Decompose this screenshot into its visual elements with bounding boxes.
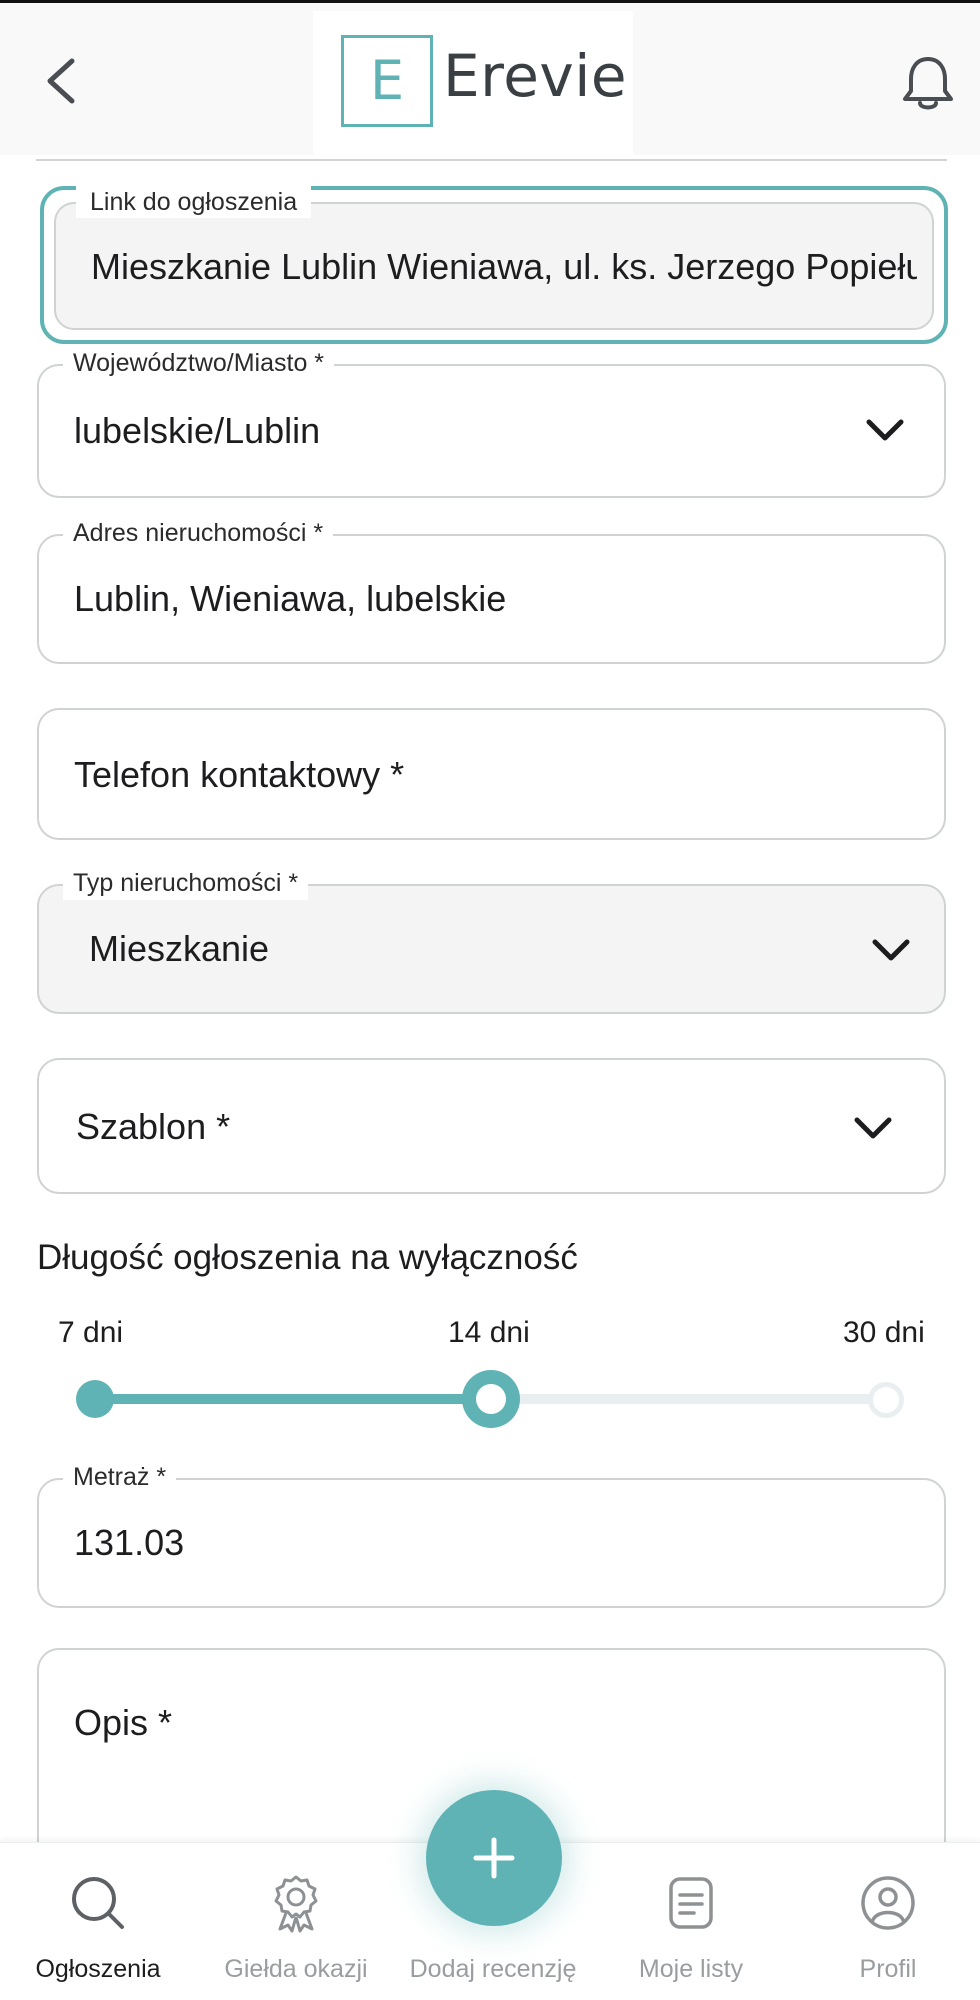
property-type-value: Mieszkanie: [89, 928, 270, 969]
area-field[interactable]: Metraż * 131.03: [37, 1460, 946, 1608]
slider-stop-start[interactable]: [76, 1380, 114, 1418]
plus-icon: [473, 1837, 515, 1879]
logo-mark: E: [341, 35, 433, 127]
nav-item-ogloszenia[interactable]: Ogłoszenia: [0, 1843, 196, 2000]
voivodeship-select[interactable]: Województwo/Miasto * lubelskie/Lublin: [37, 346, 946, 498]
nav-label-gielda-okazji: Giełda okazji: [224, 1955, 368, 1983]
description-placeholder: Opis *: [74, 1702, 173, 1743]
app-logo: E Erevie: [313, 11, 633, 157]
template-select[interactable]: Szablon *: [37, 1058, 946, 1194]
header-divider: [36, 159, 947, 161]
area-value: 131.03: [74, 1522, 185, 1563]
address-field[interactable]: Adres nieruchomości * Lublin, Wieniawa, …: [37, 516, 946, 664]
address-label: Adres nieruchomości *: [63, 516, 334, 550]
exclusivity-title: Długość ogłoszenia na wyłączność: [37, 1238, 578, 1277]
bell-icon: [903, 57, 953, 110]
link-field[interactable]: Link do ogłoszenia Mieszkanie Lublin Wie…: [54, 186, 934, 330]
chevron-down-icon: [866, 419, 904, 441]
chevron-down-icon: [872, 939, 910, 961]
address-value: Lublin, Wieniawa, lubelskie: [74, 578, 507, 619]
user-icon: [861, 1876, 915, 1930]
back-button[interactable]: [40, 53, 84, 109]
logo-letter: E: [369, 49, 405, 112]
template-placeholder: Szablon *: [76, 1106, 231, 1147]
nav-label-ogloszenia: Ogłoszenia: [35, 1955, 161, 1983]
search-icon: [72, 1877, 124, 1929]
nav-label-moje-listy: Moje listy: [638, 1955, 744, 1983]
link-field-value: Mieszkanie Lublin Wieniawa, ul. ks. Jerz…: [91, 246, 917, 287]
app-header: E Erevie: [0, 3, 980, 157]
award-icon: [274, 1875, 318, 1933]
chevron-left-icon: [47, 58, 75, 104]
add-review-button[interactable]: [426, 1790, 562, 1926]
nav-item-gielda-okazji[interactable]: Giełda okazji: [198, 1843, 394, 2000]
area-label: Metraż *: [63, 1460, 177, 1494]
chevron-down-icon: [854, 1117, 892, 1139]
property-type-select[interactable]: Typ nieruchomości * Mieszkanie: [37, 866, 946, 1014]
nav-item-profil[interactable]: Profil: [790, 1843, 980, 2000]
notifications-button[interactable]: [900, 53, 956, 115]
nav-label-profil: Profil: [859, 1955, 917, 1983]
phone-placeholder: Telefon kontaktowy *: [74, 754, 405, 795]
logo-text: Erevie: [443, 42, 628, 110]
phone-field[interactable]: Telefon kontaktowy *: [37, 708, 946, 840]
voivodeship-value: lubelskie/Lublin: [74, 410, 321, 451]
slider-option-7: 7 dni: [58, 1316, 124, 1349]
slider-option-30: 30 dni: [843, 1316, 925, 1349]
nav-item-moje-listy[interactable]: Moje listy: [593, 1843, 789, 2000]
property-type-label: Typ nieruchomości *: [63, 866, 309, 900]
link-field-focus-ring: Link do ogłoszenia Mieszkanie Lublin Wie…: [40, 186, 948, 344]
slider-track-fill: [95, 1394, 491, 1404]
list-icon: [669, 1877, 713, 1929]
link-field-label: Link do ogłoszenia: [76, 186, 312, 218]
nav-label-dodaj-recenzje: Dodaj recenzję: [409, 1955, 577, 1983]
voivodeship-label: Województwo/Miasto *: [63, 346, 335, 380]
slider-option-14: 14 dni: [448, 1316, 530, 1349]
slider-stop-end[interactable]: [868, 1382, 904, 1418]
slider-thumb[interactable]: [462, 1370, 520, 1428]
